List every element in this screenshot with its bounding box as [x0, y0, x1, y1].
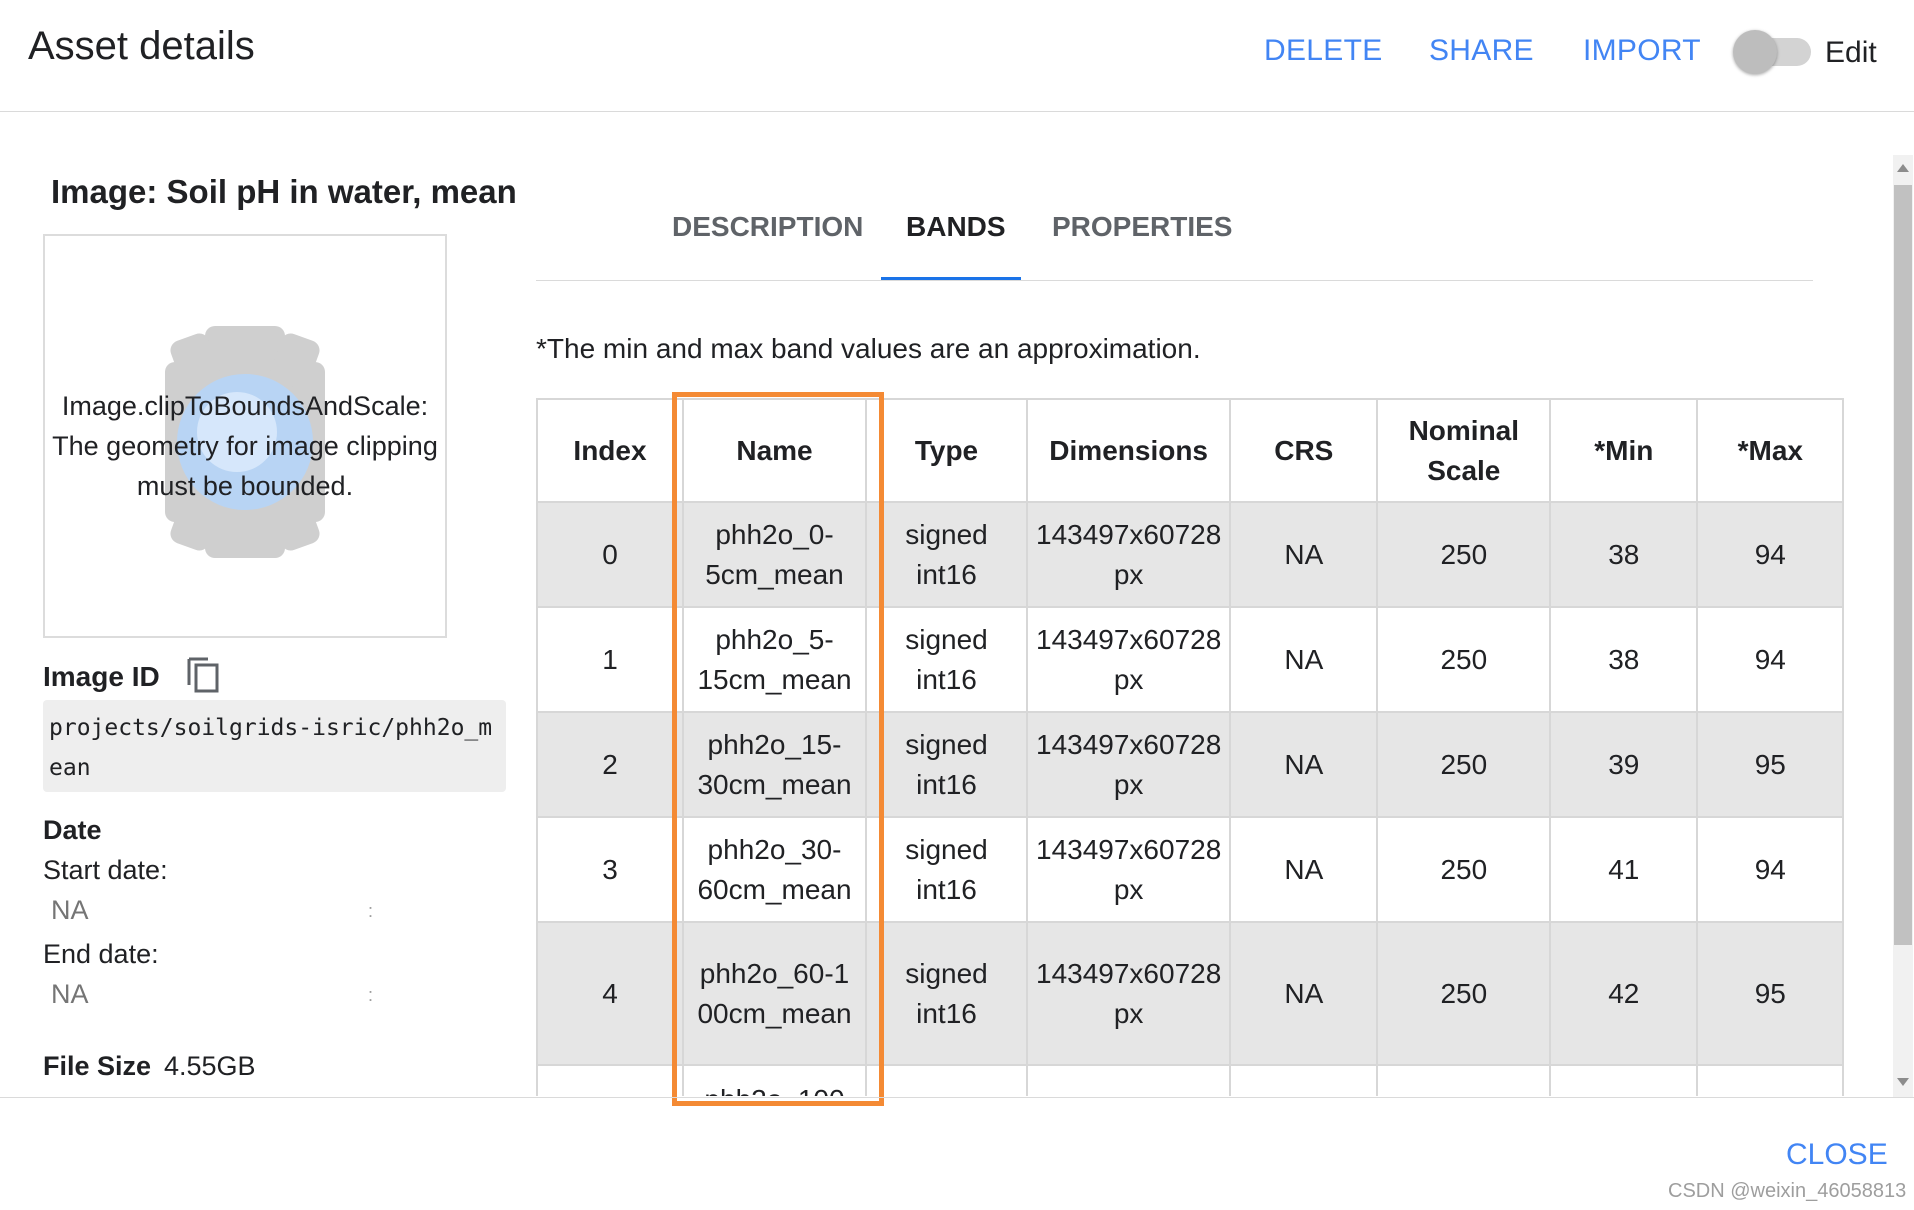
band-index: 3	[536, 816, 684, 923]
band-max: 94	[1696, 501, 1845, 608]
band-crs: NA	[1229, 816, 1379, 923]
band-dimensions: 143497x60728 px	[1025, 816, 1232, 923]
tab-description[interactable]: DESCRIPTION	[672, 211, 863, 243]
start-date-separator: :	[368, 901, 374, 921]
image-thumbnail: Image.clipToBoundsAndScale: The geometry…	[43, 234, 447, 638]
band-type: signed int16	[865, 711, 1028, 818]
file-size-value: 4.55GB	[164, 1051, 256, 1081]
band-index: 0	[536, 501, 684, 608]
image-id-value: projects/soilgrids-isric/phh2o_mean	[43, 700, 506, 792]
band-scale: 250	[1376, 711, 1552, 818]
band-dimensions	[1025, 1064, 1232, 1096]
band-name: phh2o_60-100cm_mean	[682, 921, 867, 1066]
import-button[interactable]: IMPORT	[1583, 34, 1701, 68]
thumbnail-error-message: Image.clipToBoundsAndScale: The geometry…	[52, 391, 438, 501]
close-button[interactable]: CLOSE	[1786, 1138, 1888, 1172]
band-max: 95	[1696, 921, 1845, 1066]
scroll-up-icon[interactable]	[1897, 164, 1909, 172]
share-button[interactable]: SHARE	[1429, 34, 1534, 68]
band-name: phh2o_5-15cm_mean	[682, 606, 867, 713]
table-row: phh2o_100	[536, 1064, 1845, 1096]
band-dimensions: 143497x60728 px	[1025, 921, 1232, 1066]
dialog-header: Asset details DELETE SHARE IMPORT Edit	[0, 0, 1914, 112]
start-date-label: Start date:	[43, 855, 168, 885]
column-header-crs: CRS	[1229, 398, 1379, 503]
band-dimensions: 143497x60728 px	[1025, 606, 1232, 713]
band-max: 94	[1696, 816, 1845, 923]
band-name: phh2o_15-30cm_mean	[682, 711, 867, 818]
table-row: 4 phh2o_60-100cm_mean signed int16 14349…	[536, 921, 1845, 1066]
column-header-min: *Min	[1549, 398, 1699, 503]
band-crs: NA	[1229, 921, 1379, 1066]
column-header-dimensions: Dimensions	[1025, 398, 1232, 503]
column-header-type: Type	[865, 398, 1028, 503]
bands-note: *The min and max band values are an appr…	[536, 333, 1201, 364]
tab-properties[interactable]: PROPERTIES	[1052, 211, 1232, 243]
band-index: 4	[536, 921, 684, 1066]
image-id-label: Image ID	[43, 661, 160, 692]
band-dimensions: 143497x60728 px	[1025, 711, 1232, 818]
column-header-name: Name	[682, 398, 867, 503]
edit-toggle-knob[interactable]	[1733, 30, 1777, 74]
band-type: signed int16	[865, 606, 1028, 713]
band-crs	[1229, 1064, 1379, 1096]
scroll-down-icon[interactable]	[1897, 1078, 1909, 1086]
dialog-title: Asset details	[28, 24, 255, 68]
end-date-label: End date:	[43, 939, 159, 969]
watermark: CSDN @weixin_46058813	[1668, 1180, 1907, 1202]
column-header-index: Index	[536, 398, 684, 503]
image-title: Image: Soil pH in water, mean	[51, 173, 517, 210]
scrollbar-thumb[interactable]	[1894, 185, 1912, 945]
dialog-content: Image: Soil pH in water, mean Image.clip…	[0, 113, 1914, 1096]
band-type: signed int16	[865, 816, 1028, 923]
band-max: 94	[1696, 606, 1845, 713]
band-max: 95	[1696, 711, 1845, 818]
table-row: 2 phh2o_15-30cm_mean signed int16 143497…	[536, 711, 1845, 818]
end-date-value: NA	[51, 979, 89, 1009]
band-min: 38	[1549, 501, 1699, 608]
band-scale: 250	[1376, 501, 1552, 608]
band-scale: 250	[1376, 921, 1552, 1066]
band-min: 38	[1549, 606, 1699, 713]
band-type	[865, 1064, 1028, 1096]
band-min	[1549, 1064, 1699, 1096]
tab-bands[interactable]: BANDS	[906, 211, 1006, 243]
dialog-footer: CLOSE CSDN @weixin_46058813	[0, 1097, 1914, 1210]
band-index	[536, 1064, 684, 1096]
start-date-value: NA	[51, 895, 89, 925]
file-size-label: File Size	[43, 1051, 152, 1081]
edit-label: Edit	[1825, 36, 1877, 69]
band-name: phh2o_30-60cm_mean	[682, 816, 867, 923]
band-max	[1696, 1064, 1845, 1096]
table-row: 3 phh2o_30-60cm_mean signed int16 143497…	[536, 816, 1845, 923]
band-scale: 250	[1376, 606, 1552, 713]
column-header-nominal-scale: Nominal Scale	[1376, 398, 1552, 503]
date-label: Date	[43, 815, 102, 845]
band-type: signed int16	[865, 921, 1028, 1066]
band-crs: NA	[1229, 711, 1379, 818]
table-row: 0 phh2o_0-5cm_mean signed int16 143497x6…	[536, 501, 1845, 608]
band-crs: NA	[1229, 606, 1379, 713]
band-scale: 250	[1376, 816, 1552, 923]
delete-button[interactable]: DELETE	[1264, 34, 1383, 68]
column-header-max: *Max	[1696, 398, 1845, 503]
band-min: 42	[1549, 921, 1699, 1066]
band-type: signed int16	[865, 501, 1028, 608]
band-min: 41	[1549, 816, 1699, 923]
band-index: 1	[536, 606, 684, 713]
band-scale	[1376, 1064, 1552, 1096]
band-crs: NA	[1229, 501, 1379, 608]
band-index: 2	[536, 711, 684, 818]
end-date-separator: :	[368, 985, 374, 1005]
band-name: phh2o_100	[682, 1064, 867, 1096]
band-min: 39	[1549, 711, 1699, 818]
band-dimensions: 143497x60728 px	[1025, 501, 1232, 608]
bands-table: Index Name Type Dimensions CRS Nominal S…	[536, 398, 1845, 1096]
tabs-divider	[536, 280, 1813, 281]
band-name: phh2o_0-5cm_mean	[682, 501, 867, 608]
table-row: 1 phh2o_5-15cm_mean signed int16 143497x…	[536, 606, 1845, 713]
copy-icon[interactable]	[186, 655, 220, 693]
